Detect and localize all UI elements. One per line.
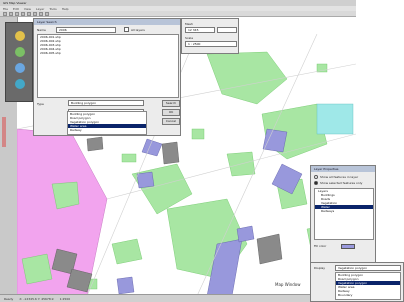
- toolbar-button[interactable]: [45, 11, 49, 16]
- vegetation-polygon[interactable]: [21, 253, 53, 285]
- building-gray[interactable]: [86, 136, 104, 152]
- info-icon[interactable]: [15, 79, 25, 89]
- kind-label: Type: [37, 102, 44, 106]
- vegetation-polygon[interactable]: [191, 128, 205, 140]
- toolbar-button[interactable]: [15, 11, 19, 16]
- layer-tree[interactable]: Layers Buildings Roads Vegetation Water …: [314, 188, 374, 240]
- menu-tools[interactable]: Tools: [49, 7, 56, 11]
- display-list[interactable]: Building polygon Road polygon Vegetation…: [335, 272, 401, 300]
- building-polygon[interactable]: [262, 128, 288, 153]
- display-item[interactable]: Boundary: [336, 293, 400, 297]
- vegetation-polygon[interactable]: [121, 153, 137, 163]
- menu-file[interactable]: File: [3, 7, 8, 11]
- cancel-button[interactable]: Cancel: [162, 118, 180, 125]
- menu-help[interactable]: Help: [62, 7, 69, 11]
- mesh-panel: Mesh 12 345 Scale 1 : 2500: [181, 18, 239, 54]
- toolbar: [0, 11, 356, 17]
- toolbar-button[interactable]: [33, 11, 37, 16]
- building-polygon[interactable]: [136, 171, 155, 189]
- list-item[interactable]: 2006-005.shp: [38, 51, 178, 55]
- radio-all[interactable]: [314, 175, 318, 179]
- select-icon[interactable]: [15, 47, 25, 57]
- scale-label: Scale: [185, 36, 194, 40]
- name-input[interactable]: 2006: [56, 27, 116, 33]
- menu-edit[interactable]: Edit: [13, 7, 19, 11]
- field4-input[interactable]: [217, 27, 237, 33]
- status-bar: Ready X: -12345.6 Y: 45678.9 1:2500: [0, 294, 310, 302]
- fill-color-label: Fill color: [314, 244, 327, 248]
- properties-title: Layer Properties: [311, 166, 375, 172]
- radio-selected[interactable]: [314, 181, 318, 185]
- mesh-input[interactable]: 12 345: [185, 27, 215, 33]
- building-gray[interactable]: [256, 233, 283, 265]
- water-polygon[interactable]: [316, 103, 354, 135]
- tree-item[interactable]: Railways: [315, 209, 373, 213]
- tool-marker[interactable]: [2, 117, 6, 147]
- display-dropdown-panel: Display Vegetation polygon Building poly…: [310, 262, 404, 302]
- menu-layer[interactable]: Layer: [36, 7, 44, 11]
- radio-all-label: Show all features in layer: [320, 175, 359, 179]
- building-polygon[interactable]: [116, 276, 135, 295]
- status-coords: X: -12345.6 Y: 45678.9: [19, 296, 54, 301]
- vegetation-polygon[interactable]: [51, 181, 80, 210]
- all-layers-label: All layers: [131, 28, 145, 32]
- toolbar-button[interactable]: [9, 11, 13, 16]
- building-polygon[interactable]: [236, 225, 255, 243]
- status-scale: 1:2500: [59, 296, 71, 301]
- name-label: Name: [37, 28, 46, 32]
- ok-button[interactable]: OK: [162, 109, 180, 116]
- kind-select[interactable]: Building polygon: [68, 100, 144, 106]
- layer-list[interactable]: 2006-001.shp 2006-002.shp 2006-003.shp 2…: [37, 34, 179, 98]
- mesh-label: Mesh: [185, 22, 193, 26]
- all-layers-checkbox[interactable]: [124, 27, 129, 32]
- toolbar-button[interactable]: [39, 11, 43, 16]
- map-label: Map Window: [275, 282, 301, 287]
- toolbar-button[interactable]: [3, 11, 7, 16]
- status-text: Ready: [4, 296, 14, 301]
- building-gray[interactable]: [161, 141, 180, 165]
- kind-dropdown-list[interactable]: Building polygon Road polygon Vegetation…: [67, 111, 147, 135]
- toolbar-button[interactable]: [27, 11, 31, 16]
- dropdown-item[interactable]: Railway: [68, 128, 146, 132]
- menu-view[interactable]: View: [24, 7, 31, 11]
- side-panel: [5, 22, 33, 102]
- display-label: Display: [314, 266, 326, 270]
- fill-color-swatch[interactable]: [341, 244, 355, 249]
- toolbar-button[interactable]: [21, 11, 25, 16]
- window-title: GIS Map Viewer: [3, 1, 27, 5]
- app-window: GIS Map Viewer File Edit View Layer Tool…: [0, 0, 404, 302]
- radio-selected-label: Show selected features only: [320, 181, 363, 185]
- zoom-icon[interactable]: [15, 63, 25, 73]
- search-button[interactable]: Search: [162, 100, 180, 107]
- display-select[interactable]: Vegetation polygon: [335, 265, 401, 271]
- layer-icon[interactable]: [15, 31, 25, 41]
- scale-input[interactable]: 1 : 2500: [185, 41, 237, 47]
- dialog-title: Layer Search: [34, 19, 180, 25]
